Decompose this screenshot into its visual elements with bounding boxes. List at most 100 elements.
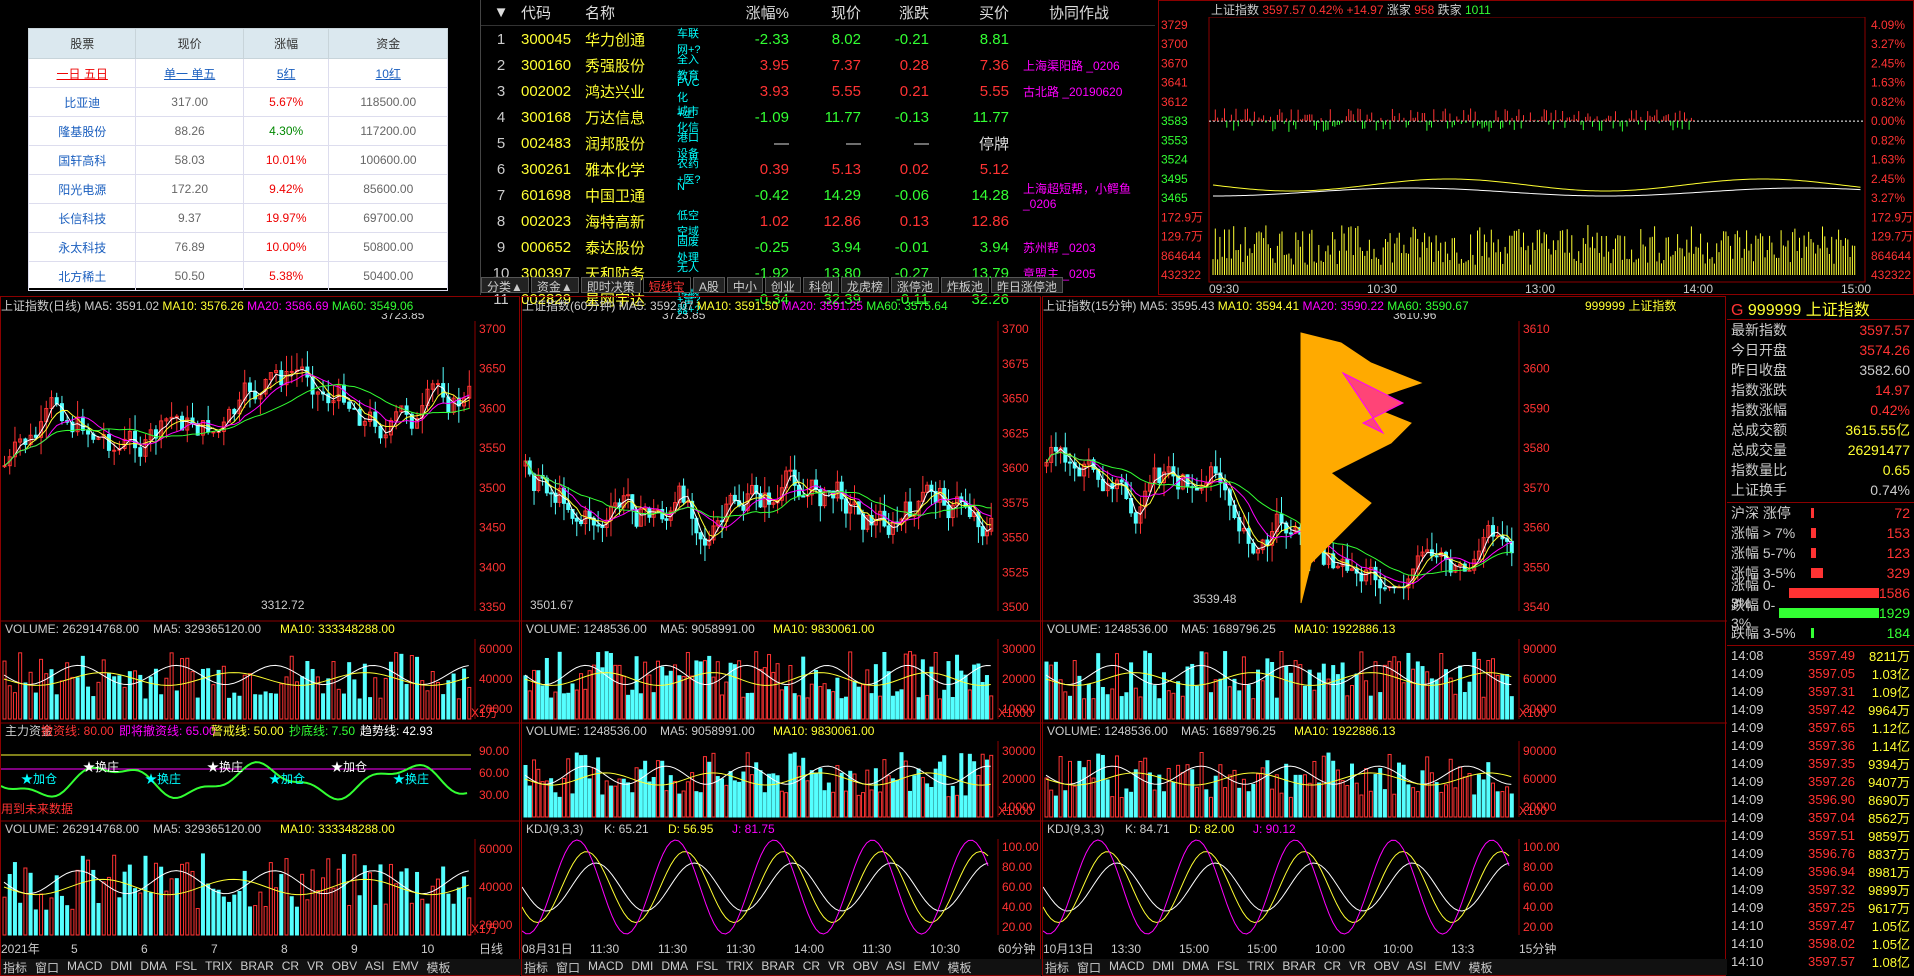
indicator-button[interactable]: ASI xyxy=(884,959,907,975)
stock-code[interactable]: 300168 xyxy=(521,109,585,126)
col-header-price[interactable]: 现价 xyxy=(135,28,244,59)
stock-code[interactable]: 002023 xyxy=(521,213,585,230)
daily-kline-panel[interactable]: 上证指数(日线) MA5: 3591.02 MA10: 3576.26 MA20… xyxy=(0,296,521,976)
template-button[interactable]: 模板 xyxy=(1466,959,1494,975)
indicator-button[interactable]: 窗口 xyxy=(1075,959,1103,975)
daily-plot[interactable]: 3700 3650 3600 3550 3500 3450 3400 3350 3723.85 3… xyxy=(0,308,521,959)
col-bid[interactable]: 买价 xyxy=(929,2,1009,23)
col-header-fund[interactable]: 资金 xyxy=(328,28,448,59)
watchlist-row[interactable]: 3 002002 鸿达兴业 PVC化+土 3.93 5.55 0.21 5.55 古北路 _20… xyxy=(481,77,1155,120)
indicator-button[interactable]: 指标 xyxy=(1,959,29,975)
indicator-button[interactable]: MACD xyxy=(1107,959,1146,975)
col-note[interactable]: 协同作战 xyxy=(1009,2,1149,23)
watchlist-tab[interactable]: 资金▲ xyxy=(530,277,579,294)
indicator-button[interactable]: OBV xyxy=(330,959,359,975)
watchlist-tab[interactable]: 中小 xyxy=(726,277,763,294)
watchlist-tab[interactable]: 涨停池 xyxy=(890,277,939,294)
indicator-button[interactable]: 指标 xyxy=(522,959,550,975)
indicator-button[interactable]: BRAR xyxy=(759,959,796,975)
stock-name[interactable]: 泰达股份 固废处理 xyxy=(585,236,703,264)
indicator-button[interactable]: BRAR xyxy=(1280,959,1317,975)
indicator-button[interactable]: FSL xyxy=(694,959,720,975)
indicator-button[interactable]: 窗口 xyxy=(554,959,582,975)
watchlist-tab[interactable]: 科创 xyxy=(802,277,839,294)
watchlist-row[interactable]: 8 002023 海特高新 低空空域 1.02 12.86 0.13 12.86 xyxy=(481,208,1155,238)
indicator-button[interactable]: DMI xyxy=(629,959,655,975)
table-row[interactable]: 北方稀土 50.50 5.38% 50400.00 xyxy=(27,261,448,291)
stock-name[interactable]: 雅本化学 农药+医? xyxy=(585,158,703,186)
indicator-button[interactable]: TRIX xyxy=(1245,959,1276,975)
col-code[interactable]: 代码 xyxy=(521,2,585,23)
col-header-change[interactable]: 涨幅 xyxy=(242,28,330,59)
stock-name[interactable]: 海特高新 低空空域 xyxy=(585,210,703,238)
single-toggle[interactable]: 单一 单五 xyxy=(135,58,244,88)
indicator-button[interactable]: FSL xyxy=(1215,959,1241,975)
indicator-button[interactable]: MACD xyxy=(586,959,625,975)
indicator-button[interactable]: VR xyxy=(1347,959,1368,975)
indicator-button[interactable]: EMV xyxy=(390,959,420,975)
indicator-button[interactable]: CR xyxy=(280,959,301,975)
stock-code[interactable]: 300160 xyxy=(521,57,585,74)
watchlist-row[interactable]: 2 300160 秀强股份 全入教育 3.95 7.37 0.28 7.36 上海渠阳路 _02… xyxy=(481,52,1155,82)
indicator-button[interactable]: DMI xyxy=(1150,959,1176,975)
stock-name[interactable]: 长信科技 xyxy=(27,203,137,233)
sort-arrow-icon[interactable]: ▼ xyxy=(481,4,521,21)
stock-name[interactable]: 国轩高科 xyxy=(27,145,137,175)
indicator-button[interactable]: 指标 xyxy=(1043,959,1071,975)
watchlist-tab[interactable]: 分类▲ xyxy=(481,277,529,294)
watchlist-tab[interactable]: 短线宝 xyxy=(642,277,691,294)
indicator-button[interactable]: DMA xyxy=(1180,959,1211,975)
indicator-button[interactable]: EMV xyxy=(911,959,941,975)
stock-name[interactable]: 中国卫通 N xyxy=(585,181,703,206)
indicator-button[interactable]: BRAR xyxy=(238,959,275,975)
watchlist-row[interactable]: 6 300261 雅本化学 农药+医? 0.39 5.13 0.02 5.12 xyxy=(481,156,1155,186)
indicator-button[interactable]: CR xyxy=(801,959,822,975)
indicator-button[interactable]: 窗口 xyxy=(33,959,61,975)
m15-plot[interactable]: 3610 3600 3590 3580 3570 3560 3550 3540 3610.96 3… xyxy=(1042,308,1727,959)
stock-name[interactable]: 华力创通 车联网+? xyxy=(585,28,703,56)
table-row[interactable]: 长信科技 9.37 19.97% 69700.00 xyxy=(27,203,448,233)
watchlist-row[interactable]: 5 002483 润邦股份 港口设备 — — — 停牌 xyxy=(481,130,1155,160)
stock-name[interactable]: 隆基股份 xyxy=(27,116,137,146)
stock-code[interactable]: 002483 xyxy=(521,135,585,152)
stock-code[interactable]: 300261 xyxy=(521,161,585,178)
stock-name[interactable]: 润邦股份 港口设备 xyxy=(585,132,703,160)
template-button[interactable]: 模板 xyxy=(424,959,452,975)
stock-name[interactable]: 比亚迪 xyxy=(27,87,137,117)
indicator-button[interactable]: VR xyxy=(826,959,847,975)
table-row[interactable]: 比亚迪 317.00 5.67% 118500.00 xyxy=(27,87,448,117)
table-row[interactable]: 阳光电源 172.20 9.42% 85600.00 xyxy=(27,174,448,204)
indicator-button[interactable]: FSL xyxy=(173,959,199,975)
period-toggle[interactable]: 一日 五日 xyxy=(27,58,137,88)
indicator-button[interactable]: DMA xyxy=(138,959,169,975)
indicator-button[interactable]: TRIX xyxy=(724,959,755,975)
template-button[interactable]: 模板 xyxy=(945,959,973,975)
indicator-button[interactable]: VR xyxy=(305,959,326,975)
col-header-stock[interactable]: 股票 xyxy=(27,28,137,59)
watchlist-row[interactable]: 1 300045 华力创通 车联网+? -2.33 8.02 -0.21 8.81 xyxy=(481,26,1155,56)
watchlist-tab[interactable]: 炸板池 xyxy=(940,277,989,294)
table-row[interactable]: 永太科技 76.89 10.00% 50800.00 xyxy=(27,232,448,262)
indicator-button[interactable]: DMI xyxy=(108,959,134,975)
watchlist-tab[interactable]: 即时决策 xyxy=(580,277,641,294)
col-name[interactable]: 名称 xyxy=(585,2,703,23)
indicator-button[interactable]: TRIX xyxy=(203,959,234,975)
watchlist-row[interactable]: 7 601698 中国卫通 N -0.42 14.29 -0.06 14.28 上海超短帮，小鳄… xyxy=(481,181,1155,211)
col-price[interactable]: 现价 xyxy=(789,2,861,23)
watchlist-row[interactable]: 4 300168 万达信息 城市化信 -1.09 11.77 -0.13 11.77 xyxy=(481,104,1155,134)
h60-kline-panel[interactable]: 上证指数(60分钟) MA5: 3592.07 MA10: 3591.50 MA… xyxy=(521,296,1042,976)
watchlist-tab[interactable]: A股 xyxy=(692,277,725,294)
indicator-button[interactable]: DMA xyxy=(659,959,690,975)
stock-code[interactable]: 601698 xyxy=(521,187,585,204)
stock-code[interactable]: 002002 xyxy=(521,83,585,100)
indicator-button[interactable]: OBV xyxy=(851,959,880,975)
stock-name[interactable]: 鸿达兴业 PVC化+土 xyxy=(585,77,703,120)
indicator-button[interactable]: CR xyxy=(1322,959,1343,975)
red10-toggle[interactable]: 10红 xyxy=(328,58,448,88)
watchlist-row[interactable]: 9 000652 泰达股份 固废处理 -0.25 3.94 -0.01 3.94 苏州帮 _02… xyxy=(481,234,1155,264)
h60-plot[interactable]: 3700 3675 3650 3625 3600 3575 3550 3525 3500 3723… xyxy=(521,308,1042,959)
indicator-button[interactable]: OBV xyxy=(1372,959,1401,975)
indicator-button[interactable]: ASI xyxy=(1405,959,1428,975)
stock-name[interactable]: 北方稀土 xyxy=(27,261,137,291)
watchlist-tab[interactable]: 昨日涨停池 xyxy=(990,277,1063,294)
